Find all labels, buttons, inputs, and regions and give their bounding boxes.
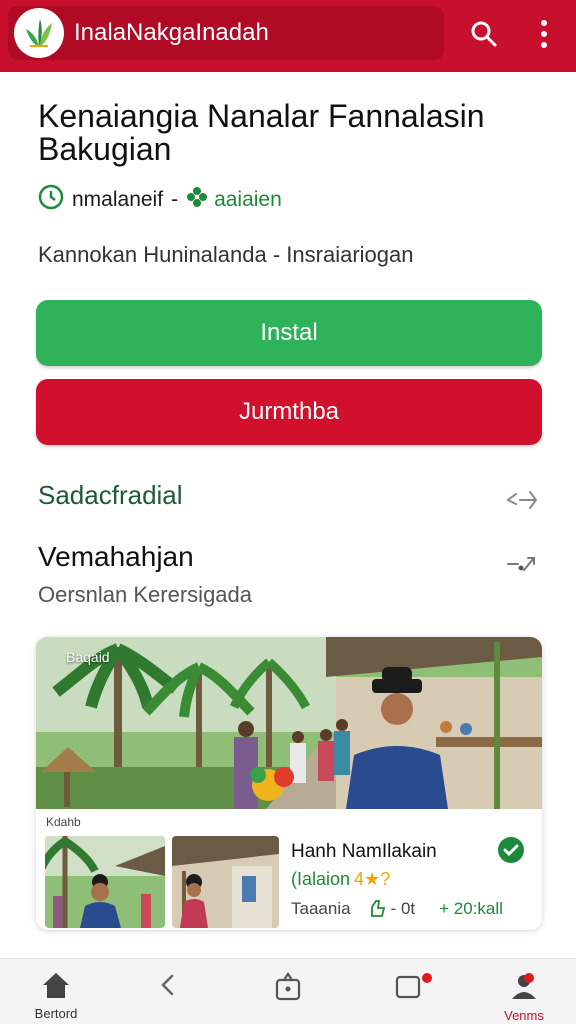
- rating-stars: 4★?: [354, 869, 391, 889]
- community-card[interactable]: Baqaid Kdahb Hanh NamIlakain (Ialaion 4★…: [36, 637, 542, 930]
- bottom-nav: Bertord Venms: [0, 958, 576, 1024]
- nav-home[interactable]: Bertord: [26, 971, 86, 1023]
- card-caption: Kdahb: [46, 815, 81, 829]
- notification-dot: [422, 973, 432, 983]
- page-title: Kenaiangia Nanalar Fannalasin Bakugian: [38, 98, 485, 167]
- meta-left: nmalaneif: [72, 188, 164, 211]
- stat-left: Taaania: [291, 899, 351, 918]
- meta-right[interactable]: aaiaien: [214, 188, 282, 212]
- section-title-first[interactable]: Sadacfradial: [38, 480, 183, 511]
- nav-bag[interactable]: [258, 971, 318, 1023]
- thumbnail-image[interactable]: [172, 836, 279, 928]
- more-vert-icon[interactable]: [522, 12, 566, 56]
- back-chevron-icon: [154, 971, 182, 1004]
- home-icon: [41, 971, 71, 1004]
- stat-mid: - 0t: [390, 899, 416, 918]
- stat-right: + 20:kall: [439, 899, 503, 918]
- expand-arrow-icon[interactable]: [504, 484, 540, 512]
- clock-icon: [38, 184, 64, 216]
- nav-profile-label: Venms: [504, 1008, 544, 1023]
- app-title-bar[interactable]: InalaNakgaInadah: [8, 6, 444, 60]
- section-title-second[interactable]: Vemahahjan: [38, 541, 194, 573]
- nav-back[interactable]: [138, 971, 198, 1023]
- secondary-action-button[interactable]: Jurmthba: [36, 379, 542, 445]
- leaf-logo-icon: [14, 8, 64, 58]
- card-tag: (Ialaion 4★?: [291, 869, 390, 890]
- meta-row: nmalaneif - aaiaien: [38, 184, 282, 216]
- expand-arrow-icon[interactable]: [504, 550, 540, 578]
- page-subtitle: Kannokan Huninalanda - Insraiariogan: [38, 242, 414, 267]
- install-button[interactable]: Instal: [36, 300, 542, 366]
- square-notification-icon: [393, 971, 423, 1006]
- card-stats: Taaania - 0t + 20:kall: [291, 899, 531, 922]
- thumbnail-image[interactable]: [45, 836, 165, 928]
- app-bar: InalaNakgaInadah: [0, 0, 576, 72]
- hero-image: Baqaid: [36, 637, 542, 809]
- card-tag-text: (Ialaion: [291, 869, 351, 889]
- hero-label: Baqaid: [66, 649, 110, 665]
- clover-icon: [186, 186, 208, 214]
- search-icon[interactable]: [462, 12, 506, 56]
- app-title: InalaNakgaInadah: [74, 19, 269, 46]
- meta-separator: -: [171, 188, 179, 211]
- check-badge-icon: [498, 837, 524, 863]
- profile-badge-dot: [524, 973, 534, 983]
- nav-home-label: Bertord: [34, 1006, 78, 1021]
- bag-icon: [273, 971, 303, 1006]
- card-title: Hanh NamIlakain: [291, 841, 437, 862]
- thumb-up-icon[interactable]: [369, 899, 385, 922]
- nav-notifications[interactable]: [378, 971, 438, 1023]
- nav-profile[interactable]: Venms: [494, 971, 554, 1023]
- section-subtitle: Oersnlan Kerersigada: [38, 582, 253, 607]
